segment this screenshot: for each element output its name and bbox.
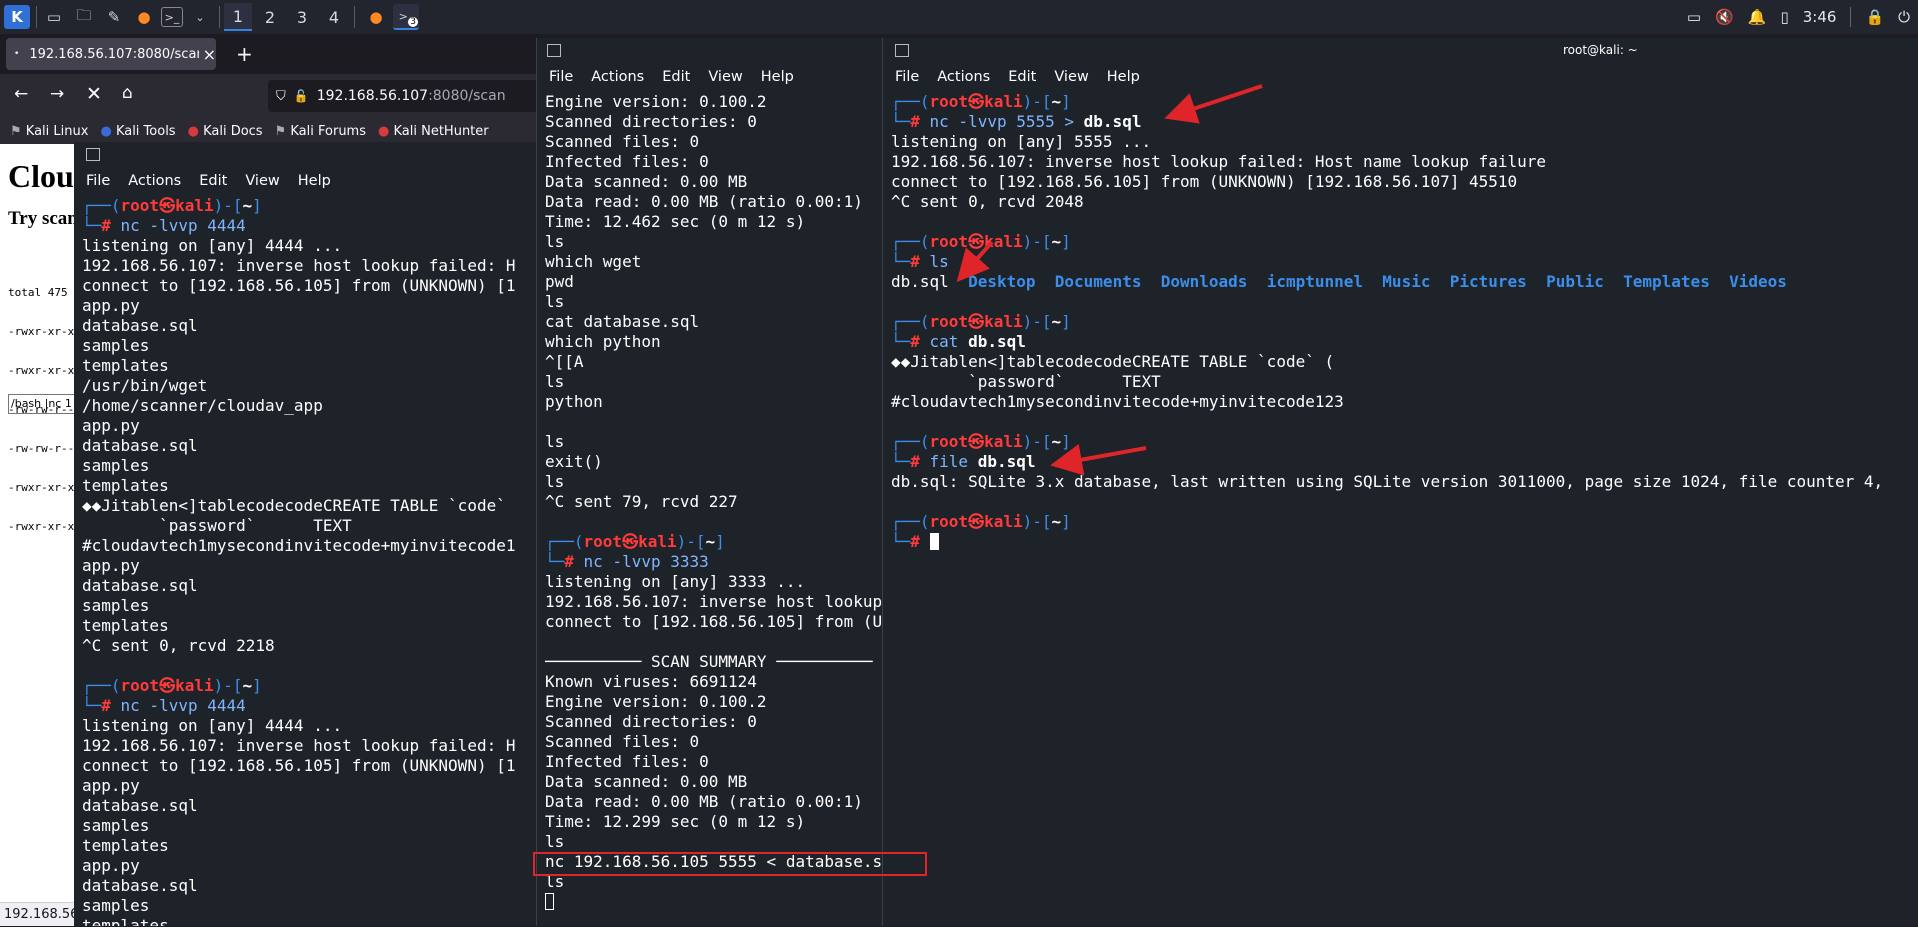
- red-arrow-3: [1050, 443, 1147, 476]
- red-arrow-1: [1164, 84, 1263, 124]
- red-arrow-2: [956, 240, 994, 282]
- annotation-arrows: [956, 84, 1263, 476]
